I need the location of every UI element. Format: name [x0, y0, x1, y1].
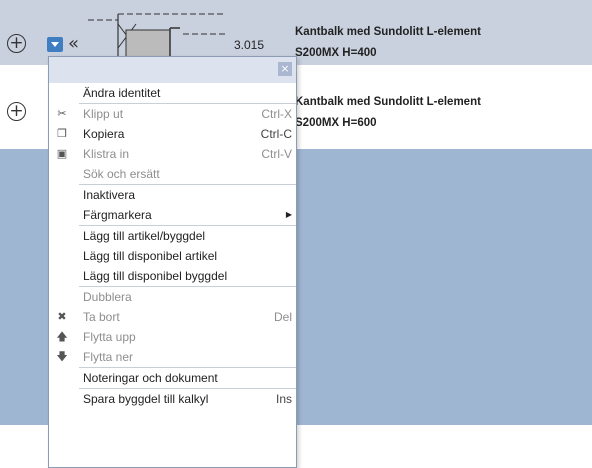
menu-item-flytta-upp[interactable]: 🡅 Flytta upp	[49, 327, 296, 347]
menu-item-label: Lägg till disponibel byggdel	[83, 269, 228, 283]
menu-item-label: Färgmarkera	[83, 208, 152, 222]
menu-item-label: Inaktivera	[83, 188, 136, 202]
menu-item-noteringar-och-dokument[interactable]: Noteringar och dokument	[49, 368, 296, 388]
menu-item-lagg-till-artikel-byggdel[interactable]: Lägg till artikel/byggdel	[49, 226, 296, 246]
menu-item-andra-identitet[interactable]: Ändra identitet	[49, 83, 296, 103]
row-description: Kantbalk med Sundolitt L-element S200MX …	[295, 92, 481, 134]
plus-circle-icon[interactable]: +	[7, 102, 26, 121]
menu-item-kopiera[interactable]: ❐ Kopiera Ctrl-C	[49, 124, 296, 144]
menu-item-label: Noteringar och dokument	[83, 371, 218, 385]
submenu-arrow-icon: ▶	[285, 210, 292, 219]
menu-item-shortcut: Ctrl-X	[261, 107, 292, 121]
context-menu: × Ändra identitet ✂ Klipp ut Ctrl-X ❐ Ko…	[48, 56, 297, 468]
arrow-down-icon: 🡇	[56, 350, 68, 363]
menu-item-label: Sök och ersätt	[83, 167, 160, 181]
menu-item-label: Klistra in	[83, 147, 130, 161]
menu-item-flytta-ner[interactable]: 🡇 Flytta ner	[49, 347, 296, 367]
menu-item-label: Kopiera	[83, 127, 125, 141]
menu-item-label: Lägg till artikel/byggdel	[83, 229, 206, 243]
context-menu-header: ×	[49, 57, 296, 83]
menu-item-shortcut: Del	[273, 310, 292, 324]
close-icon: ✖	[57, 310, 67, 323]
close-icon[interactable]: ×	[278, 62, 292, 76]
row-description: Kantbalk med Sundolitt L-element S200MX …	[295, 22, 481, 64]
menu-item-spara-byggdel-till-kalkyl[interactable]: Spara byggdel till kalkyl Ins	[49, 389, 296, 409]
row-description-line2: S200MX H=400	[295, 47, 377, 59]
menu-item-label: Klipp ut	[83, 107, 124, 121]
menu-item-lagg-till-disponibel-artikel[interactable]: Lägg till disponibel artikel	[49, 246, 296, 266]
menu-item-label: Spara byggdel till kalkyl	[83, 392, 209, 406]
menu-item-klistra-in[interactable]: ▣ Klistra in Ctrl-V	[49, 144, 296, 164]
menu-item-label: Dubblera	[83, 290, 132, 304]
row-description-line2: S200MX H=600	[295, 117, 377, 129]
menu-item-ta-bort[interactable]: ✖ Ta bort Del	[49, 307, 296, 327]
row-description-line1: Kantbalk med Sundolitt L-element	[295, 96, 481, 108]
menu-item-shortcut: Ctrl-C	[260, 127, 292, 141]
row-number: 3.015	[234, 38, 265, 52]
menu-item-label: Ändra identitet	[83, 86, 161, 100]
menu-item-label: Ta bort	[83, 310, 120, 324]
double-chevron-left-icon[interactable]: «	[68, 33, 79, 54]
arrow-up-icon: 🡅	[56, 330, 68, 343]
menu-item-shortcut: Ctrl-V	[261, 147, 292, 161]
menu-item-klipp-ut[interactable]: ✂ Klipp ut Ctrl-X	[49, 104, 296, 124]
menu-item-lagg-till-disponibel-byggdel[interactable]: Lägg till disponibel byggdel	[49, 266, 296, 286]
menu-item-shortcut: Ins	[275, 392, 292, 406]
scissors-icon: ✂	[57, 107, 67, 120]
row-description-line1: Kantbalk med Sundolitt L-element	[295, 26, 481, 38]
menu-item-fargmarkera[interactable]: Färgmarkera ▶	[49, 205, 296, 225]
paste-icon: ▣	[56, 147, 68, 160]
menu-item-label: Flytta upp	[83, 330, 136, 344]
copy-icon: ❐	[57, 127, 67, 140]
menu-item-label: Lägg till disponibel artikel	[83, 249, 218, 263]
plus-circle-icon[interactable]: +	[7, 34, 26, 53]
dropdown-icon[interactable]	[47, 37, 63, 52]
menu-item-label: Flytta ner	[83, 350, 134, 364]
menu-item-dubblera[interactable]: Dubblera	[49, 287, 296, 307]
menu-item-sok-och-ersatt[interactable]: Sök och ersätt	[49, 164, 296, 184]
menu-item-inaktivera[interactable]: Inaktivera	[49, 185, 296, 205]
